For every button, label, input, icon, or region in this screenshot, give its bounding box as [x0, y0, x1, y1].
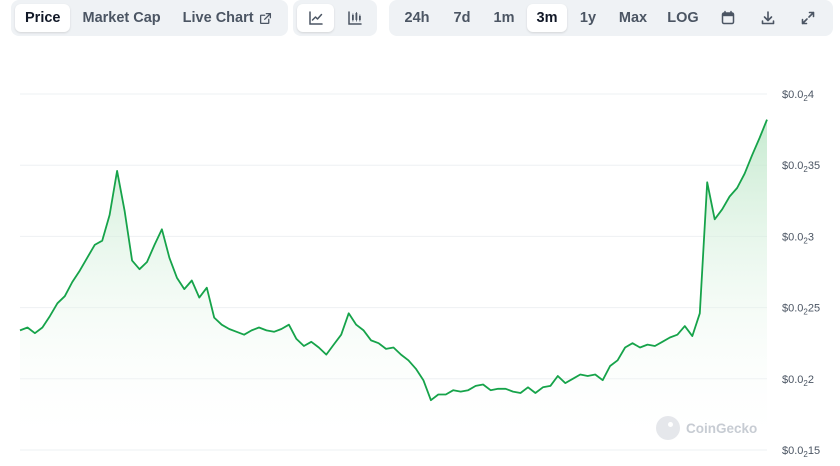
line-chart-icon: [308, 11, 323, 25]
range-24h[interactable]: 24h: [393, 4, 441, 32]
range-1y[interactable]: 1y: [569, 4, 607, 32]
fullscreen-button[interactable]: [789, 4, 827, 32]
range-max[interactable]: Max: [609, 4, 657, 32]
coingecko-watermark: CoinGecko: [656, 416, 757, 440]
data-type-tabs: Price Market Cap Live Chart: [11, 0, 288, 36]
time-range-selector: 24h 7d 1m 3m 1y Max LOG: [389, 0, 833, 36]
watermark-text: CoinGecko: [686, 420, 758, 436]
coingecko-logo-icon: [656, 416, 680, 440]
external-link-icon: [259, 12, 271, 24]
price-area-fill: [20, 119, 767, 450]
y-tick-label: $0.0225: [782, 303, 820, 317]
range-1m[interactable]: 1m: [483, 4, 525, 32]
calendar-icon: [721, 10, 735, 25]
y-tick-label: $0.024: [782, 89, 814, 103]
download-button[interactable]: [749, 4, 787, 32]
chart-toolbar: Price Market Cap Live Chart 24h 7d 1m 3m…: [0, 0, 840, 40]
y-tick-label: $0.0215: [782, 445, 820, 459]
tab-market-cap[interactable]: Market Cap: [72, 4, 170, 32]
area-fill-layer: [20, 119, 767, 450]
date-range-button[interactable]: [709, 4, 747, 32]
range-7d[interactable]: 7d: [443, 4, 481, 32]
tab-price[interactable]: Price: [15, 4, 71, 32]
log-scale-toggle[interactable]: LOG: [659, 4, 707, 32]
expand-icon: [801, 11, 815, 25]
candlestick-chart-button[interactable]: [336, 4, 373, 32]
y-axis-labels: $0.024 $0.0235 $0.023 $0.0225 $0.022 $0.0215: [782, 89, 820, 459]
tab-live-chart[interactable]: Live Chart: [173, 4, 282, 32]
candlestick-icon: [347, 11, 362, 25]
chart-type-toggle: [293, 0, 377, 36]
y-tick-label: $0.0235: [782, 160, 820, 174]
price-chart-svg: $0.024 $0.0235 $0.023 $0.0225 $0.022 $0.0215: [19, 89, 820, 459]
download-icon: [761, 11, 775, 25]
live-chart-label: Live Chart: [182, 10, 254, 26]
y-tick-label: $0.023: [782, 231, 814, 245]
line-chart-button[interactable]: [297, 4, 334, 32]
y-tick-label: $0.022: [782, 374, 814, 388]
price-chart[interactable]: $0.024 $0.0235 $0.023 $0.0225 $0.022 $0.0215: [0, 40, 840, 461]
range-3m[interactable]: 3m: [527, 4, 567, 32]
